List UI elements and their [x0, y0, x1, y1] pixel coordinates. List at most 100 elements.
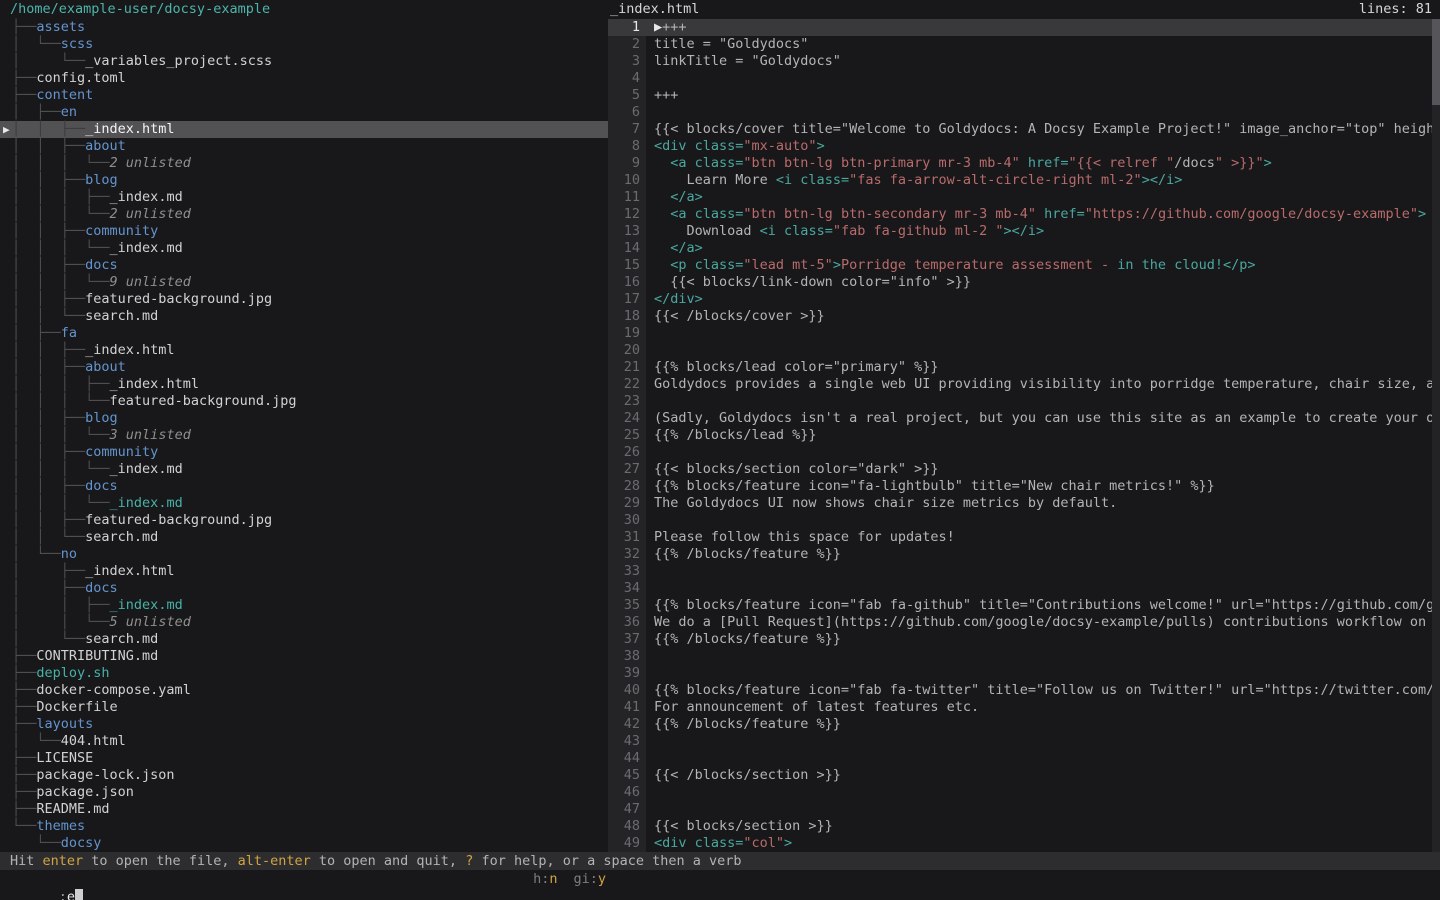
tree-entry-name: blog	[85, 410, 118, 426]
tree-row[interactable]: │ │ │ ├──_index.md	[0, 189, 608, 206]
line-number: 32	[608, 546, 646, 563]
code-text	[646, 648, 1432, 665]
line-number: 17	[608, 291, 646, 308]
tree-row[interactable]: ├──content	[0, 87, 608, 104]
tree-row[interactable]: │ ├──en	[0, 104, 608, 121]
code-segment: "{{< relref "	[1069, 155, 1175, 171]
code-line: 43	[608, 733, 1432, 750]
tree-row[interactable]: │ │ ├──blog	[0, 410, 608, 427]
tree-entry-name: _index.md	[110, 597, 183, 613]
tree-row[interactable]: ├──package.json	[0, 784, 608, 801]
tree-row[interactable]: ├──Dockerfile	[0, 699, 608, 716]
tree-branch-lines: ├──	[12, 87, 36, 103]
line-number: 34	[608, 580, 646, 597]
tree-row[interactable]: │ │ │ ├──_index.html	[0, 376, 608, 393]
code-preview: 1▶+++2title = "Goldydocs"3linkTitle = "G…	[608, 19, 1432, 852]
code-text: title = "Goldydocs"	[646, 36, 1432, 53]
tree-row[interactable]: │ │ ├──about	[0, 138, 608, 155]
tree-row[interactable]: │ ├──_index.html	[0, 563, 608, 580]
tree-row[interactable]: │ │ ├──featured-background.jpg	[0, 291, 608, 308]
tree-row[interactable]: │ │ │ └──9 unlisted	[0, 274, 608, 291]
code-segment: {{< /blocks/section >}}	[654, 767, 841, 783]
flag-value: y	[598, 871, 606, 887]
code-segment: linkTitle = "Goldydocs"	[654, 53, 841, 69]
tree-row[interactable]: │ │ │ └──_index.md	[0, 495, 608, 512]
tree-row[interactable]: │ │ └──5 unlisted	[0, 614, 608, 631]
tree-entry-name: search.md	[85, 631, 158, 647]
code-text: (Sadly, Goldydocs isn't a real project, …	[646, 410, 1432, 427]
tree-row[interactable]: │ │ └──search.md	[0, 308, 608, 325]
tree-entry-name: _index.md	[110, 189, 183, 205]
command-input[interactable]: :e	[10, 870, 83, 900]
code-line: 20	[608, 342, 1432, 359]
tree-row[interactable]: ├──docker-compose.yaml	[0, 682, 608, 699]
tree-entry-name: search.md	[85, 308, 158, 324]
line-number: 25	[608, 427, 646, 444]
code-segment: in the cloud!</p>	[1117, 257, 1255, 273]
code-line: 8<div class="mx-auto">	[608, 138, 1432, 155]
tree-row[interactable]: └──themes	[0, 818, 608, 835]
tree-entry-name: docker-compose.yaml	[36, 682, 190, 698]
line-number: 6	[608, 104, 646, 121]
tree-row[interactable]: ├──layouts	[0, 716, 608, 733]
line-number: 46	[608, 784, 646, 801]
tree-branch-lines: │ └──	[12, 733, 61, 749]
code-line: 10 Learn More <i class="fas fa-arrow-alt…	[608, 172, 1432, 189]
tree-row[interactable]: ├──config.toml	[0, 70, 608, 87]
preview-scrollbar[interactable]	[1432, 19, 1440, 852]
preview-scrollbar-thumb[interactable]	[1432, 19, 1440, 105]
tree-row[interactable]: └──docsy	[0, 835, 608, 852]
tree-row[interactable]: │ └──search.md	[0, 631, 608, 648]
tree-row[interactable]: │ │ │ └──_index.md	[0, 461, 608, 478]
code-text: {{% /blocks/lead %}}	[646, 427, 1432, 444]
tree-branch-lines: │ │ └──	[12, 529, 85, 545]
code-line: 23	[608, 393, 1432, 410]
tree-row[interactable]: │ │ │ └──3 unlisted	[0, 427, 608, 444]
tree-row[interactable]: │ ├──fa	[0, 325, 608, 342]
tree-row[interactable]: ▶│ │ ├──_index.html	[0, 121, 608, 138]
tree-row[interactable]: │ └──404.html	[0, 733, 608, 750]
code-segment: "fab fa-github ml-2 "	[833, 223, 1004, 239]
tree-row[interactable]: │ │ │ └──2 unlisted	[0, 155, 608, 172]
code-text: Learn More <i class="fas fa-arrow-alt-ci…	[646, 172, 1432, 189]
tree-row[interactable]: ├──LICENSE	[0, 750, 608, 767]
tree-row[interactable]: │ └──scss	[0, 36, 608, 53]
tree-row[interactable]: │ │ ├──about	[0, 359, 608, 376]
tree-row[interactable]: │ └──_variables_project.scss	[0, 53, 608, 70]
tree-row[interactable]: │ │ ├──featured-background.jpg	[0, 512, 608, 529]
tree-entry-name: 404.html	[61, 733, 126, 749]
tree-row[interactable]: │ │ ├──blog	[0, 172, 608, 189]
code-text: {{% blocks/feature icon="fab fa-github" …	[646, 597, 1432, 614]
tree-row[interactable]: │ │ │ └──2 unlisted	[0, 206, 608, 223]
tree-row[interactable]: │ │ ├──_index.md	[0, 597, 608, 614]
tree-branch-lines: │ │ ├──	[12, 512, 85, 528]
tree-row[interactable]: ├──deploy.sh	[0, 665, 608, 682]
code-line: 5+++	[608, 87, 1432, 104]
code-line: 46	[608, 784, 1432, 801]
text-cursor	[75, 889, 83, 900]
tree-row[interactable]: │ │ ├──_index.html	[0, 342, 608, 359]
tree-row[interactable]: │ │ │ └──_index.md	[0, 240, 608, 257]
tree-row[interactable]: ├──assets	[0, 19, 608, 36]
tree-row[interactable]: ├──package-lock.json	[0, 767, 608, 784]
tree-row[interactable]: │ ├──docs	[0, 580, 608, 597]
line-number: 18	[608, 308, 646, 325]
code-text: The Goldydocs UI now shows chair size me…	[646, 495, 1432, 512]
tree-row[interactable]: ├──CONTRIBUTING.md	[0, 648, 608, 665]
tree-row[interactable]: │ │ ├──docs	[0, 257, 608, 274]
tree-branch-lines: │ │ ├──	[12, 121, 85, 137]
tree-row[interactable]: │ │ ├──docs	[0, 478, 608, 495]
tree-row[interactable]: │ │ ├──community	[0, 444, 608, 461]
tree-row[interactable]: │ │ │ └──featured-background.jpg	[0, 393, 608, 410]
tree-row[interactable]: │ └──no	[0, 546, 608, 563]
command-line[interactable]: h:ngi:y :e	[0, 870, 1440, 888]
code-line: 38	[608, 648, 1432, 665]
code-text: linkTitle = "Goldydocs"	[646, 53, 1432, 70]
code-segment: Download	[654, 223, 760, 239]
tree-row[interactable]: ├──README.md	[0, 801, 608, 818]
tree-row[interactable]: │ │ └──search.md	[0, 529, 608, 546]
tree-row[interactable]: │ │ ├──community	[0, 223, 608, 240]
code-segment: For announcement of latest features etc.	[654, 699, 979, 715]
tree-entry-name: no	[61, 546, 77, 562]
tree-entry-name: deploy.sh	[36, 665, 109, 681]
